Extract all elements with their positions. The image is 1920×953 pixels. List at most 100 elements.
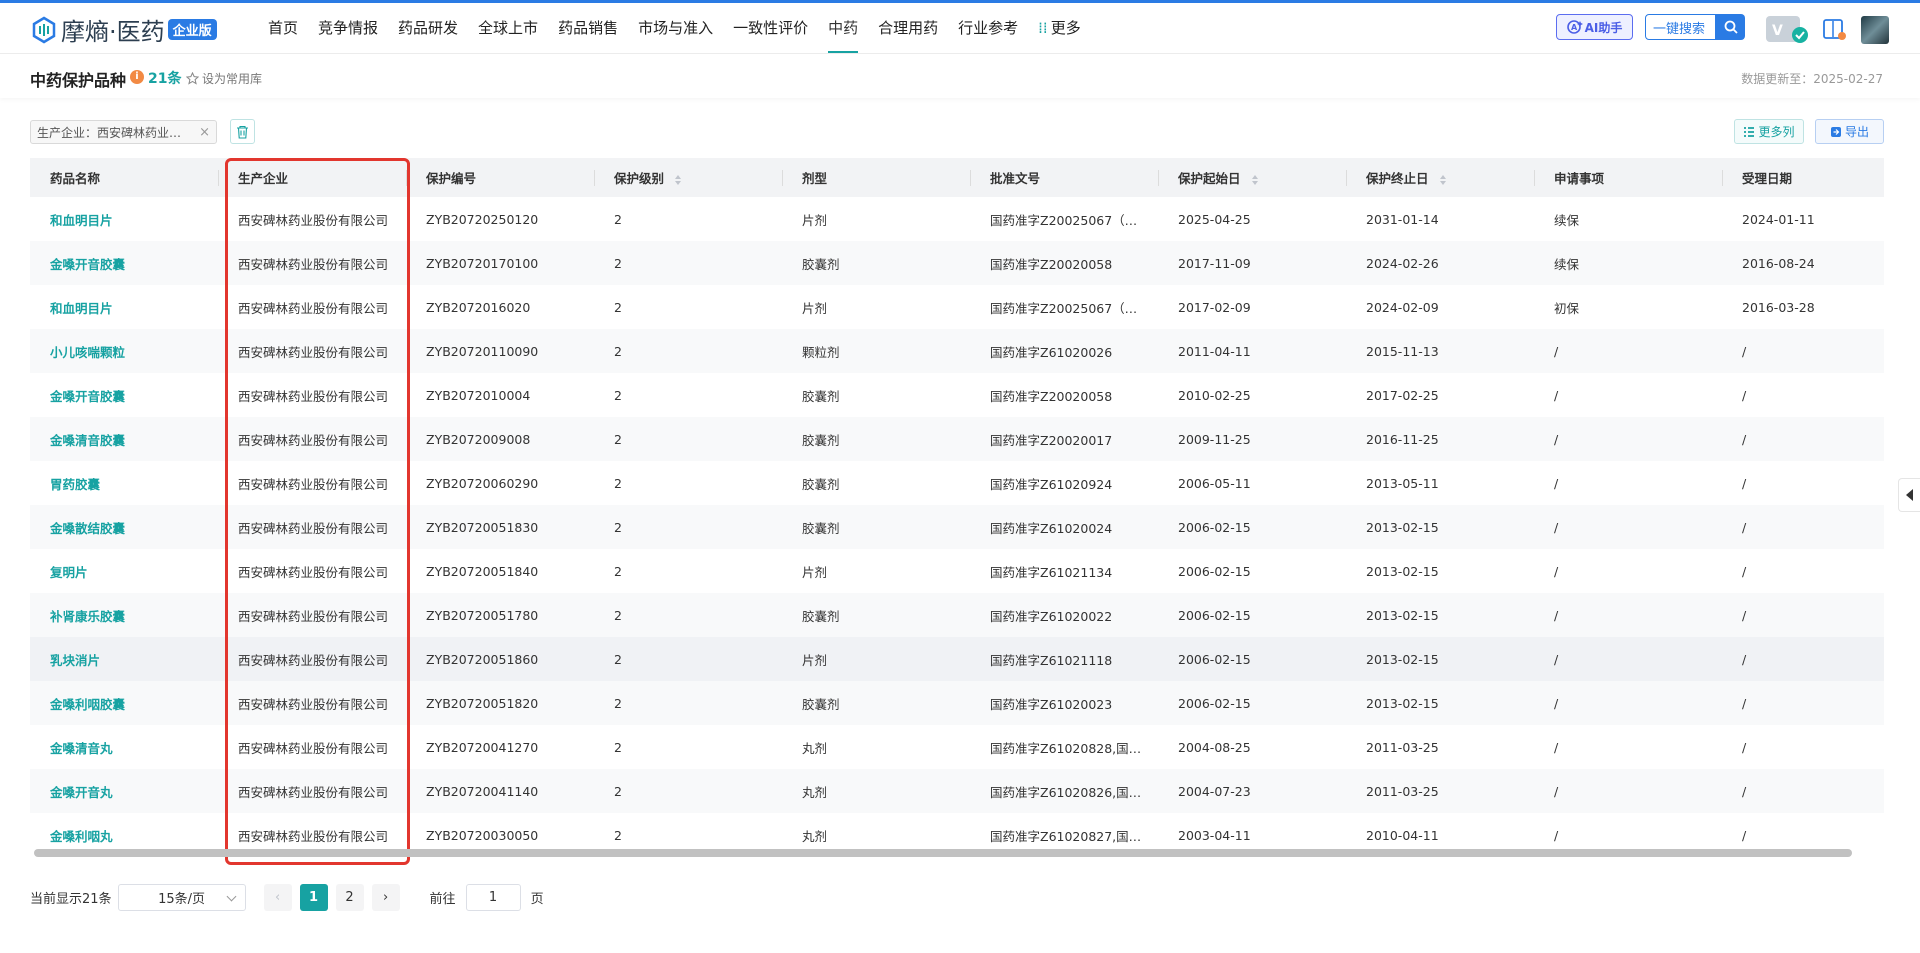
drug-name-link[interactable]: 和血明目片 xyxy=(30,197,218,241)
nav-item-5[interactable]: 市场与准入 xyxy=(628,3,723,53)
sort-icon[interactable] xyxy=(1439,174,1447,186)
clear-filters-button[interactable] xyxy=(230,119,255,144)
table-cell: 2017-02-25 xyxy=(1366,387,1439,403)
table-cell: 胶囊剂 xyxy=(782,505,970,549)
column-header: 生产企业 xyxy=(218,158,406,197)
one-click-search-button[interactable]: 一键搜索 xyxy=(1645,14,1716,40)
sort-icon[interactable] xyxy=(1251,174,1259,186)
nav-item-1[interactable]: 竞争情报 xyxy=(308,3,388,53)
brand-name: 摩熵·医药 xyxy=(61,18,165,46)
page-size-select[interactable]: 15条/页 xyxy=(117,883,246,911)
more-columns-button[interactable]: 更多列 xyxy=(1734,119,1804,144)
horizontal-scrollbar[interactable] xyxy=(30,849,1884,857)
table-cell: 2 xyxy=(594,241,782,285)
table-row[interactable]: 胃药胶囊 西安碑林药业股份有限公司 ZYB20720060290 2 胶囊剂 国药准字Z6… xyxy=(30,461,1884,505)
nav-item-6[interactable]: 一致性评价 xyxy=(723,3,818,53)
table-cell: / xyxy=(1722,769,1884,813)
column-header[interactable]: 保护级别 xyxy=(594,158,782,197)
nav-item-9[interactable]: 行业参考 xyxy=(948,3,1028,53)
drug-name-link[interactable]: 金嗓清音丸 xyxy=(30,725,218,769)
close-icon[interactable]: × xyxy=(199,125,210,140)
data-table: 药品名称 生产企业 保护编号 保护级别 剂型 批准文号 保护起始日 保护终止日 申请事项 受理日期… xyxy=(30,158,1884,855)
nav-item-8[interactable]: 合理用药 xyxy=(868,3,948,53)
next-page-button[interactable]: › xyxy=(371,883,400,911)
svg-text:V: V xyxy=(1772,23,1783,39)
table-row[interactable]: 金嗓清音丸 西安碑林药业股份有限公司 ZYB20720041270 2 丸剂 国药准字Z6… xyxy=(30,725,1884,769)
manual-book-icon[interactable] xyxy=(1822,17,1846,41)
table-row[interactable]: 补肾康乐胶囊 西安碑林药业股份有限公司 ZYB20720051780 2 胶囊剂 国药准字… xyxy=(30,593,1884,637)
ai-assistant-button[interactable]: A AI助手 xyxy=(1556,14,1633,40)
table-cell: ZYB20720060290 xyxy=(426,475,539,491)
table-row[interactable]: 金嗓利咽胶囊 西安碑林药业股份有限公司 ZYB20720051820 2 胶囊剂 国药准字… xyxy=(30,681,1884,725)
drug-name-link[interactable]: 金嗓清音胶囊 xyxy=(30,417,218,461)
table-cell: / xyxy=(1742,563,1747,579)
nav-item-4[interactable]: 药品销售 xyxy=(548,3,628,53)
export-label: 导出 xyxy=(1844,125,1869,139)
goto-page-input[interactable]: 1 xyxy=(465,883,521,911)
column-header-label: 保护起始日 xyxy=(1178,171,1241,186)
table-cell: 2004-08-25 xyxy=(1178,739,1251,755)
record-count: 21条 xyxy=(148,71,182,87)
table-row[interactable]: 金嗓开音丸 西安碑林药业股份有限公司 ZYB20720041140 2 丸剂 国药准字Z6… xyxy=(30,769,1884,813)
table-cell: 2011-04-11 xyxy=(1158,329,1346,373)
page-number-button[interactable]: 2 xyxy=(335,883,364,911)
side-panel-toggle[interactable] xyxy=(1898,478,1920,512)
table-cell: / xyxy=(1534,505,1722,549)
table-row[interactable]: 金嗓开音胶囊 西安碑林药业股份有限公司 ZYB20720170100 2 胶囊剂 国药准字… xyxy=(30,241,1884,285)
data-updated-date: 数据更新至：2025-02-27 xyxy=(1741,72,1883,86)
nav-item-label: 市场与准入 xyxy=(638,19,714,37)
nav-item-10[interactable]: ⁞⁞ 更多 xyxy=(1028,3,1091,53)
drug-name-link[interactable]: 金嗓开音胶囊 xyxy=(30,241,218,285)
user-avatar[interactable] xyxy=(1861,16,1889,44)
table-cell: 2 xyxy=(614,387,622,403)
table-cell: 西安碑林药业股份有限公司 xyxy=(218,417,406,461)
table-row[interactable]: 乳块消片 西安碑林药业股份有限公司 ZYB20720051860 2 片剂 国药准字Z61… xyxy=(30,637,1884,681)
sort-icon[interactable] xyxy=(674,174,682,186)
drug-name-link[interactable]: 胃药胶囊 xyxy=(30,461,218,505)
nav-item-7[interactable]: 中药 xyxy=(818,3,868,53)
table-row[interactable]: 金嗓开音胶囊 西安碑林药业股份有限公司 ZYB2072010004 2 胶囊剂 国药准字Z… xyxy=(30,373,1884,417)
logo[interactable]: 摩熵·医药 企业版 xyxy=(30,12,217,47)
vip-icon[interactable]: V xyxy=(1766,14,1808,44)
drug-name-link[interactable]: 金嗓开音胶囊 xyxy=(30,373,218,417)
column-header[interactable]: 保护终止日 xyxy=(1346,158,1534,197)
drug-name-link[interactable]: 复明片 xyxy=(30,549,218,593)
svg-text:A: A xyxy=(1571,23,1578,32)
drug-name-link[interactable]: 金嗓利咽胶囊 xyxy=(30,681,218,725)
drug-name-link[interactable]: 金嗓散结胶囊 xyxy=(30,505,218,549)
nav-item-label: 全球上市 xyxy=(478,19,539,37)
table-cell: 国药准字Z61020026 xyxy=(970,329,1158,373)
scrollbar-thumb[interactable] xyxy=(34,849,1852,857)
drug-name-link[interactable]: 乳块消片 xyxy=(30,637,218,681)
table-cell: 2017-11-09 xyxy=(1158,241,1346,285)
set-favorite-button[interactable]: 设为常用库 xyxy=(186,70,262,87)
drug-name-link[interactable]: 补肾康乐胶囊 xyxy=(30,593,218,637)
prev-page-button[interactable]: ‹ xyxy=(263,883,292,911)
drug-name-link[interactable]: 和血明目片 xyxy=(30,285,218,329)
table-cell: 2 xyxy=(614,211,622,227)
table-row[interactable]: 和血明目片 西安碑林药业股份有限公司 ZYB2072016020 2 片剂 国药准字Z20… xyxy=(30,285,1884,329)
info-icon[interactable]: i xyxy=(130,70,144,84)
drug-name-link[interactable]: 小儿咳喘颗粒 xyxy=(30,329,218,373)
table-row[interactable]: 小儿咳喘颗粒 西安碑林药业股份有限公司 ZYB20720110090 2 颗粒剂 国药准字… xyxy=(30,329,1884,373)
filter-tag-label: 生产企业：西安碑林药业… xyxy=(37,125,182,140)
table-row[interactable]: 复明片 西安碑林药业股份有限公司 ZYB20720051840 2 片剂 国药准字Z610… xyxy=(30,549,1884,593)
table-cell: / xyxy=(1534,593,1722,637)
filter-tag-manufacturer[interactable]: 生产企业：西安碑林药业… × xyxy=(30,120,217,144)
drug-name-link[interactable]: 金嗓开音丸 xyxy=(30,769,218,813)
nav-item-3[interactable]: 全球上市 xyxy=(468,3,548,53)
table-row[interactable]: 和血明目片 西安碑林药业股份有限公司 ZYB20720250120 2 片剂 国药准字Z2… xyxy=(30,197,1884,241)
column-header[interactable]: 保护起始日 xyxy=(1158,158,1346,197)
table-row[interactable]: 金嗓清音胶囊 西安碑林药业股份有限公司 ZYB2072009008 2 胶囊剂 国药准字Z… xyxy=(30,417,1884,461)
page-number-button[interactable]: 1 xyxy=(299,883,328,911)
table-row[interactable]: 金嗓散结胶囊 西安碑林药业股份有限公司 ZYB20720051830 2 胶囊剂 国药准字… xyxy=(30,505,1884,549)
table-cell: 西安碑林药业股份有限公司 xyxy=(218,505,406,549)
table-cell: ZYB20720170100 xyxy=(406,241,594,285)
table-cell: 国药准字Z61020828,国… xyxy=(990,740,1142,756)
nav-item-2[interactable]: 药品研发 xyxy=(388,3,468,53)
table-cell: 国药准字Z61021134 xyxy=(990,564,1113,580)
table-cell: / xyxy=(1722,417,1884,461)
search-button[interactable] xyxy=(1716,14,1745,40)
export-button[interactable]: 导出 xyxy=(1815,119,1884,144)
nav-item-0[interactable]: 首页 xyxy=(258,3,308,53)
